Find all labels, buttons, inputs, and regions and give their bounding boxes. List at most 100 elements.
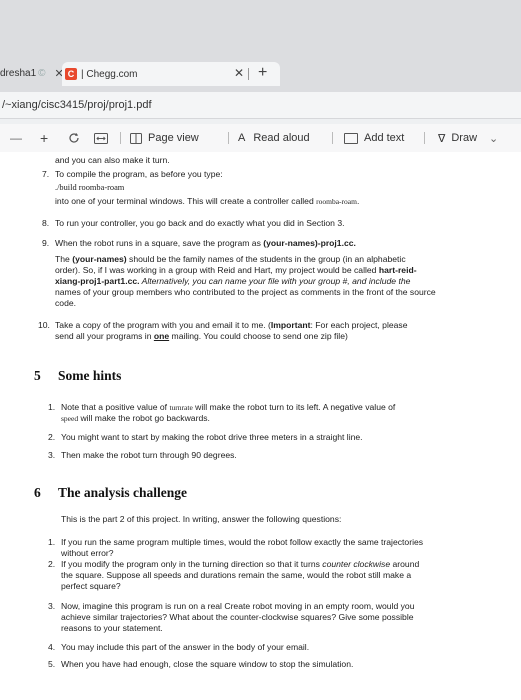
text-span: . — [356, 196, 360, 206]
list-number: 2. — [48, 432, 56, 442]
text-line: order). So, if I was working in a group … — [55, 265, 417, 276]
text-line: You may include this part of the answer … — [61, 642, 310, 652]
list-number: 10. — [38, 320, 50, 330]
text-bold: (your-names)-proj1.cc. — [263, 238, 356, 248]
list-number: 9. — [42, 238, 50, 248]
text-line: Note that a positive value of turnrate w… — [61, 402, 395, 413]
text-line: Now, imagine this program is run on a re… — [61, 601, 415, 611]
list-number: 2. — [48, 559, 56, 569]
section-title: Some hints — [58, 368, 122, 383]
new-tab-icon[interactable]: + — [258, 62, 267, 84]
text-span: send all your programs in — [55, 331, 154, 341]
zoom-out-button[interactable]: — — [10, 124, 22, 152]
text-span: should be the family names of the studen… — [126, 254, 406, 264]
draw-button[interactable]: ∇ Draw ⌄ — [438, 124, 498, 152]
list-number: 7. — [42, 169, 50, 179]
toolbar-divider — [120, 132, 121, 144]
address-bar[interactable]: /~xiang/cisc3415/proj/proj1.pdf — [0, 92, 521, 119]
section-title: The analysis challenge — [58, 485, 188, 500]
text-line: xiang-proj1-part1.cc. Alternatively, you… — [55, 276, 410, 287]
code-span: turnrate — [169, 403, 193, 412]
text-line: and you can also make it turn. — [55, 155, 170, 165]
text-line: perfect square? — [61, 581, 121, 591]
toolbar-divider — [332, 132, 333, 144]
text-span: : For each project, please — [310, 320, 408, 330]
text-line: achieve similar trajectories? What about… — [61, 612, 414, 622]
text-span: The — [55, 254, 73, 264]
chegg-favicon-icon: C — [65, 68, 77, 80]
list-number: 1. — [48, 537, 56, 547]
text-span: mailing. You could choose to send one zi… — [169, 331, 348, 341]
text-line: When the robot runs in a square, save th… — [55, 238, 356, 249]
text-line: You might want to start by making the ro… — [61, 432, 363, 442]
text-line: code. — [55, 298, 77, 308]
zoom-out-icon: — — [10, 131, 22, 145]
chevron-down-icon[interactable]: ⌄ — [489, 132, 498, 145]
toolbar-divider — [228, 132, 229, 144]
list-number: 4. — [48, 642, 56, 652]
list-number: 1. — [48, 402, 56, 412]
text-line: Take a copy of the program with you and … — [55, 320, 408, 331]
text-line: This is the part 2 of this project. In w… — [61, 514, 342, 524]
text-line: To compile the program, as before you ty… — [55, 169, 223, 179]
tab-previous-label: dresha1 — [0, 67, 37, 79]
section-number: 5 — [34, 368, 41, 383]
add-text-button[interactable]: Add text — [344, 124, 404, 152]
page-view-label: Page view — [148, 132, 199, 144]
text-span: order). So, if I was working in a group … — [55, 265, 379, 275]
text-span: Take a copy of the program with you and … — [55, 320, 271, 330]
list-number: 8. — [42, 218, 50, 228]
add-text-icon — [344, 132, 358, 144]
text-line: reasons to your statement. — [61, 623, 163, 633]
text-line: To run your controller, you go back and … — [55, 218, 345, 228]
draw-icon: ∇ — [438, 132, 446, 145]
tab-strip: dresha1 © ✕ C | Chegg.com ✕ + — [0, 0, 521, 92]
list-number: 5. — [48, 659, 56, 669]
code-span: speed — [61, 414, 79, 423]
text-italic: Alternatively, you can name your file wi… — [139, 276, 411, 286]
text-bold: one — [153, 331, 170, 341]
toolbar-divider — [424, 132, 425, 144]
text-line: without error? — [61, 548, 114, 558]
zoom-in-button[interactable]: + — [40, 124, 48, 152]
text-bold: xiang-proj1-part1.cc. — [55, 276, 140, 286]
text-span: will make the robot turn to its left. A … — [192, 402, 396, 412]
text-line: speed will make the robot go backwards. — [61, 413, 210, 424]
address-url: /~xiang/cisc3415/proj/proj1.pdf — [2, 99, 152, 111]
text-bold: hart-reid- — [378, 265, 417, 275]
rotate-icon — [69, 133, 79, 143]
text-span: If you modify the program only in the tu… — [61, 559, 323, 569]
page-view-icon — [130, 132, 142, 144]
text-line: If you modify the program only in the tu… — [61, 559, 419, 570]
list-number: 3. — [48, 601, 56, 611]
text-span: around — [390, 559, 420, 569]
read-aloud-icon: A — [238, 132, 246, 144]
fit-page-icon — [94, 132, 108, 144]
text-line: Then make the robot turn through 90 degr… — [61, 450, 237, 460]
read-aloud-button[interactable]: A Read aloud — [238, 124, 310, 152]
tab-chegg-label: | Chegg.com — [81, 68, 138, 80]
draw-label: Draw — [451, 132, 478, 144]
add-text-label: Add text — [364, 132, 405, 144]
text-line: If you run the same program multiple tim… — [61, 537, 424, 547]
read-aloud-label: Read aloud — [253, 132, 310, 144]
text-line: send all your programs in one mailing. Y… — [55, 331, 348, 342]
text-span: into one of your terminal windows. This … — [55, 196, 317, 206]
rotate-button[interactable] — [68, 124, 80, 152]
zoom-in-icon: + — [40, 130, 49, 146]
pdf-page: and you can also make it turn. 7. To com… — [0, 152, 521, 700]
page-view-button[interactable]: Page view — [130, 124, 199, 152]
text-line: names of your group members who contribu… — [55, 287, 436, 297]
text-span: When the robot runs in a square, save th… — [55, 238, 264, 248]
close-icon[interactable]: ✕ — [234, 66, 244, 80]
text-line: the square. Suppose all speeds and durat… — [61, 570, 412, 580]
pdf-toolbar: — + Page view A Read aloud Add text ∇ Dr… — [0, 124, 521, 153]
text-span: Note that a positive value of — [61, 402, 170, 412]
text-line: The (your-names) should be the family na… — [55, 254, 406, 265]
text-bold: Important — [270, 320, 311, 330]
text-italic: counter clockwise — [322, 559, 391, 569]
text-span: will make the robot go backwards. — [78, 413, 210, 423]
fit-page-button[interactable] — [94, 124, 108, 152]
tab-previous[interactable]: dresha1 © ✕ — [0, 62, 64, 84]
code-line: ./build roomba-roam — [55, 183, 125, 192]
